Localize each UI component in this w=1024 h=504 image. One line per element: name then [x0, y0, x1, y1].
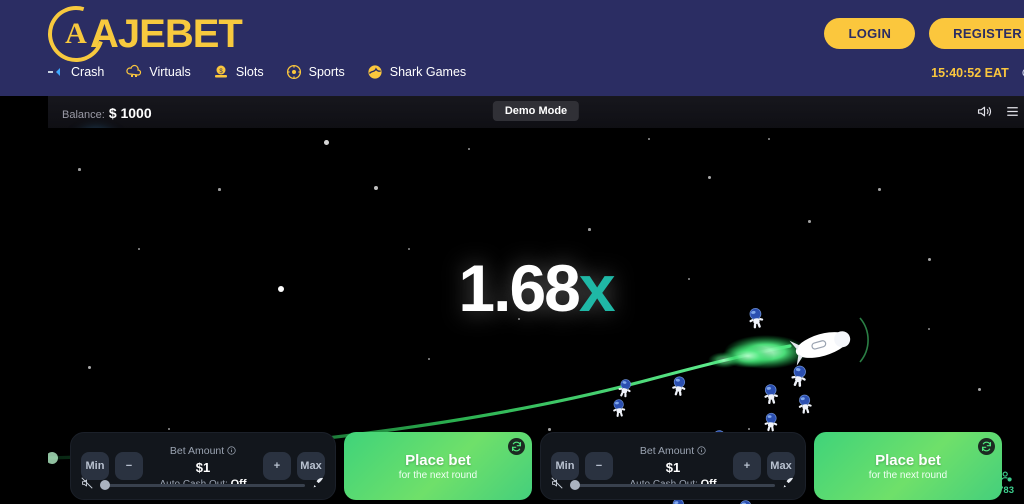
astronaut-icon [744, 306, 767, 331]
crash-game-page: A AJEBET Crash Virtuals $ Slots Sports S… [0, 0, 1024, 504]
auto-refresh-icon[interactable] [978, 438, 995, 455]
bet-panels: Min − Bet Amount $1 Auto Cash Out: Off + [48, 432, 1024, 504]
balance-value: $ 1000 [108, 105, 152, 121]
login-button[interactable]: LOGIN [824, 18, 916, 49]
multiplier-suffix: x [578, 251, 616, 325]
nav-label-sports: Sports [308, 65, 345, 79]
slots-coin-icon: $ [214, 65, 227, 78]
bet-panel-group: Min − Bet Amount $1 Auto Cash Out: Off + [540, 432, 1002, 504]
rocket-icon[interactable] [312, 476, 325, 494]
bet-slider[interactable] [551, 476, 795, 494]
speaker-icon[interactable] [976, 103, 993, 120]
register-button[interactable]: REGISTER [929, 18, 1024, 49]
bet-panel: Min − Bet Amount $1 Auto Cash Out: Off + [540, 432, 806, 500]
place-bet-sublabel: for the next round [398, 469, 478, 481]
auto-refresh-icon[interactable] [508, 438, 525, 455]
crash-rocket-icon [48, 68, 60, 76]
bet-panel: Min − Bet Amount $1 Auto Cash Out: Off + [70, 432, 336, 500]
bet-amount-value[interactable]: $1 [613, 460, 733, 475]
demo-mode-badge: Demo Mode [492, 101, 580, 121]
astronaut-icon [760, 383, 781, 406]
hamburger-menu-icon[interactable] [1005, 104, 1020, 119]
game-shell: Balance:$ 1000 Demo Mode 1.147.461.7317.… [48, 96, 1024, 504]
nav-item-sports[interactable]: Sports [286, 64, 345, 80]
site-header: A AJEBET Crash Virtuals $ Slots Sports S… [0, 0, 1024, 96]
bet-amount-label: Bet Amount [613, 445, 733, 458]
bet-amount-label: Bet Amount [143, 445, 263, 458]
nav-item-virtuals[interactable]: Virtuals [126, 64, 191, 80]
bet-amount-label-text: Bet Amount [169, 444, 225, 457]
info-icon[interactable] [227, 445, 236, 458]
slider-knob[interactable] [570, 480, 580, 490]
virtuals-cloud-icon [126, 64, 142, 77]
place-bet-button[interactable]: Place bet for the next round [814, 432, 1002, 500]
brand-letter: A [65, 17, 87, 50]
multiplier-display: 1.68x [458, 250, 616, 326]
sound-off-icon[interactable] [81, 476, 93, 494]
rocket-icon[interactable] [782, 476, 795, 494]
nav-item-crash[interactable]: Crash [48, 64, 104, 80]
bet-amount-label-text: Bet Amount [639, 444, 695, 457]
sound-off-icon[interactable] [551, 476, 563, 494]
place-bet-button[interactable]: Place bet for the next round [344, 432, 532, 500]
slider-track[interactable] [100, 480, 305, 490]
bet-panel-group: Min − Bet Amount $1 Auto Cash Out: Off + [70, 432, 532, 504]
place-bet-label: Place bet [405, 451, 471, 469]
place-bet-sublabel: for the next round [868, 469, 948, 481]
astronaut-icon [668, 374, 689, 397]
nav-item-shark-games[interactable]: Shark Games [367, 64, 466, 80]
nav-label-shark-games: Shark Games [389, 65, 467, 79]
bet-slider[interactable] [81, 476, 325, 494]
clock: 15:40:52 EAT [931, 66, 1009, 80]
astronaut-icon [609, 398, 628, 419]
brand-logo[interactable]: A AJEBET [38, 0, 243, 72]
balance-label: Balance: [62, 109, 105, 121]
nav-label-crash: Crash [71, 65, 105, 79]
astronaut-icon [761, 411, 781, 432]
balance-display: Balance: $ 1000 [62, 105, 152, 121]
info-icon[interactable] [697, 445, 706, 458]
brand-ring-icon: A [38, 0, 114, 72]
astronaut-icon [795, 393, 816, 416]
sports-ball-icon [286, 64, 301, 80]
multiplier-value: 1.68 [458, 251, 580, 325]
auth-buttons: LOGIN REGISTER [824, 18, 1024, 49]
nav-label-slots: Slots [235, 65, 264, 79]
nav-label-virtuals: Virtuals [149, 65, 191, 79]
rocket-icon [789, 331, 851, 366]
brand-name: AJEBET [90, 12, 243, 56]
nav-item-slots[interactable]: $ Slots [213, 64, 264, 80]
bet-amount-value[interactable]: $1 [143, 460, 263, 475]
place-bet-label: Place bet [875, 451, 941, 469]
slider-knob[interactable] [100, 480, 110, 490]
header-utility-row: 15:40:52 EAT Sea [931, 66, 1024, 80]
slider-track[interactable] [570, 480, 775, 490]
game-topbar: Balance: $ 1000 Demo Mode [48, 96, 1024, 128]
main-nav: Crash Virtuals $ Slots Sports Shark Game… [48, 64, 466, 80]
shark-games-icon [368, 65, 382, 79]
game-topbar-icons [976, 103, 1020, 120]
